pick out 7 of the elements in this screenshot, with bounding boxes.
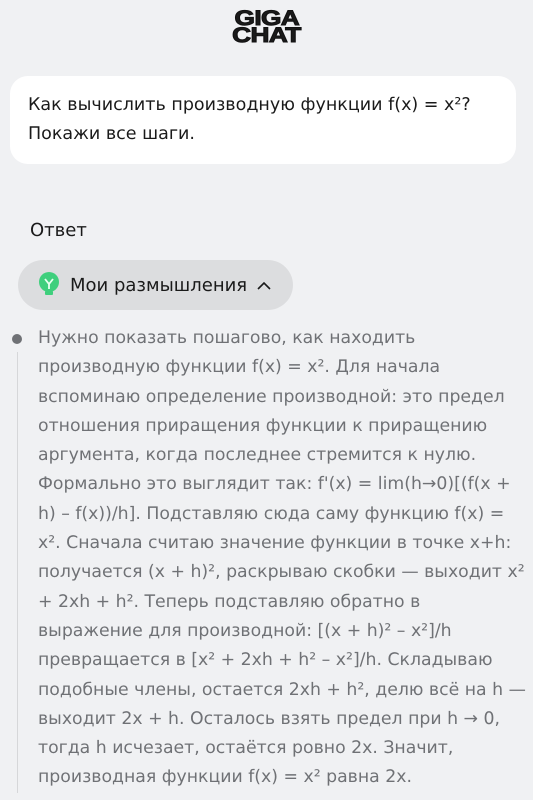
logo: GIGA CHAT (231, 6, 302, 44)
question-bubble: Как вычислить производную функции f(x) = x²? Покажи все шаги. (10, 76, 516, 164)
thoughts-toggle[interactable]: Мои размышления (18, 260, 294, 310)
bullet-icon (12, 334, 22, 344)
answer-heading: Ответ (30, 220, 88, 241)
lightbulb-icon (38, 272, 60, 298)
reasoning-text: Нужно показать пошагово, как находить производную функции f(x) = x². Для начала вспоминаю определение производной: это предел отношения приращения функции к приращению аргумента, когда последнее стремится к нулю. Формально это выглядит так: f'(x) = lim(h→0)[(f(x + h) – f(x))/h]. Подставляю сюда саму функцию f(x) = x². Сначала считаю значение функции в точке x+h: получается (x + h)², раскрываю скобки — выходит x² + 2xh + h². Теперь подставляю обратно в выражение для производной: [(x + h)² – x²]/h превращается в [x² + 2xh + h² – x²]/h. Складываю подобные члены, остается 2xh + h², делю всё на h — выходит 2x + h. Осталось взять предел при h → 0, тогда h исчезает, остаётся ровно 2x. Значит, производная функции f(x) = x² равна 2x. (38, 327, 527, 790)
